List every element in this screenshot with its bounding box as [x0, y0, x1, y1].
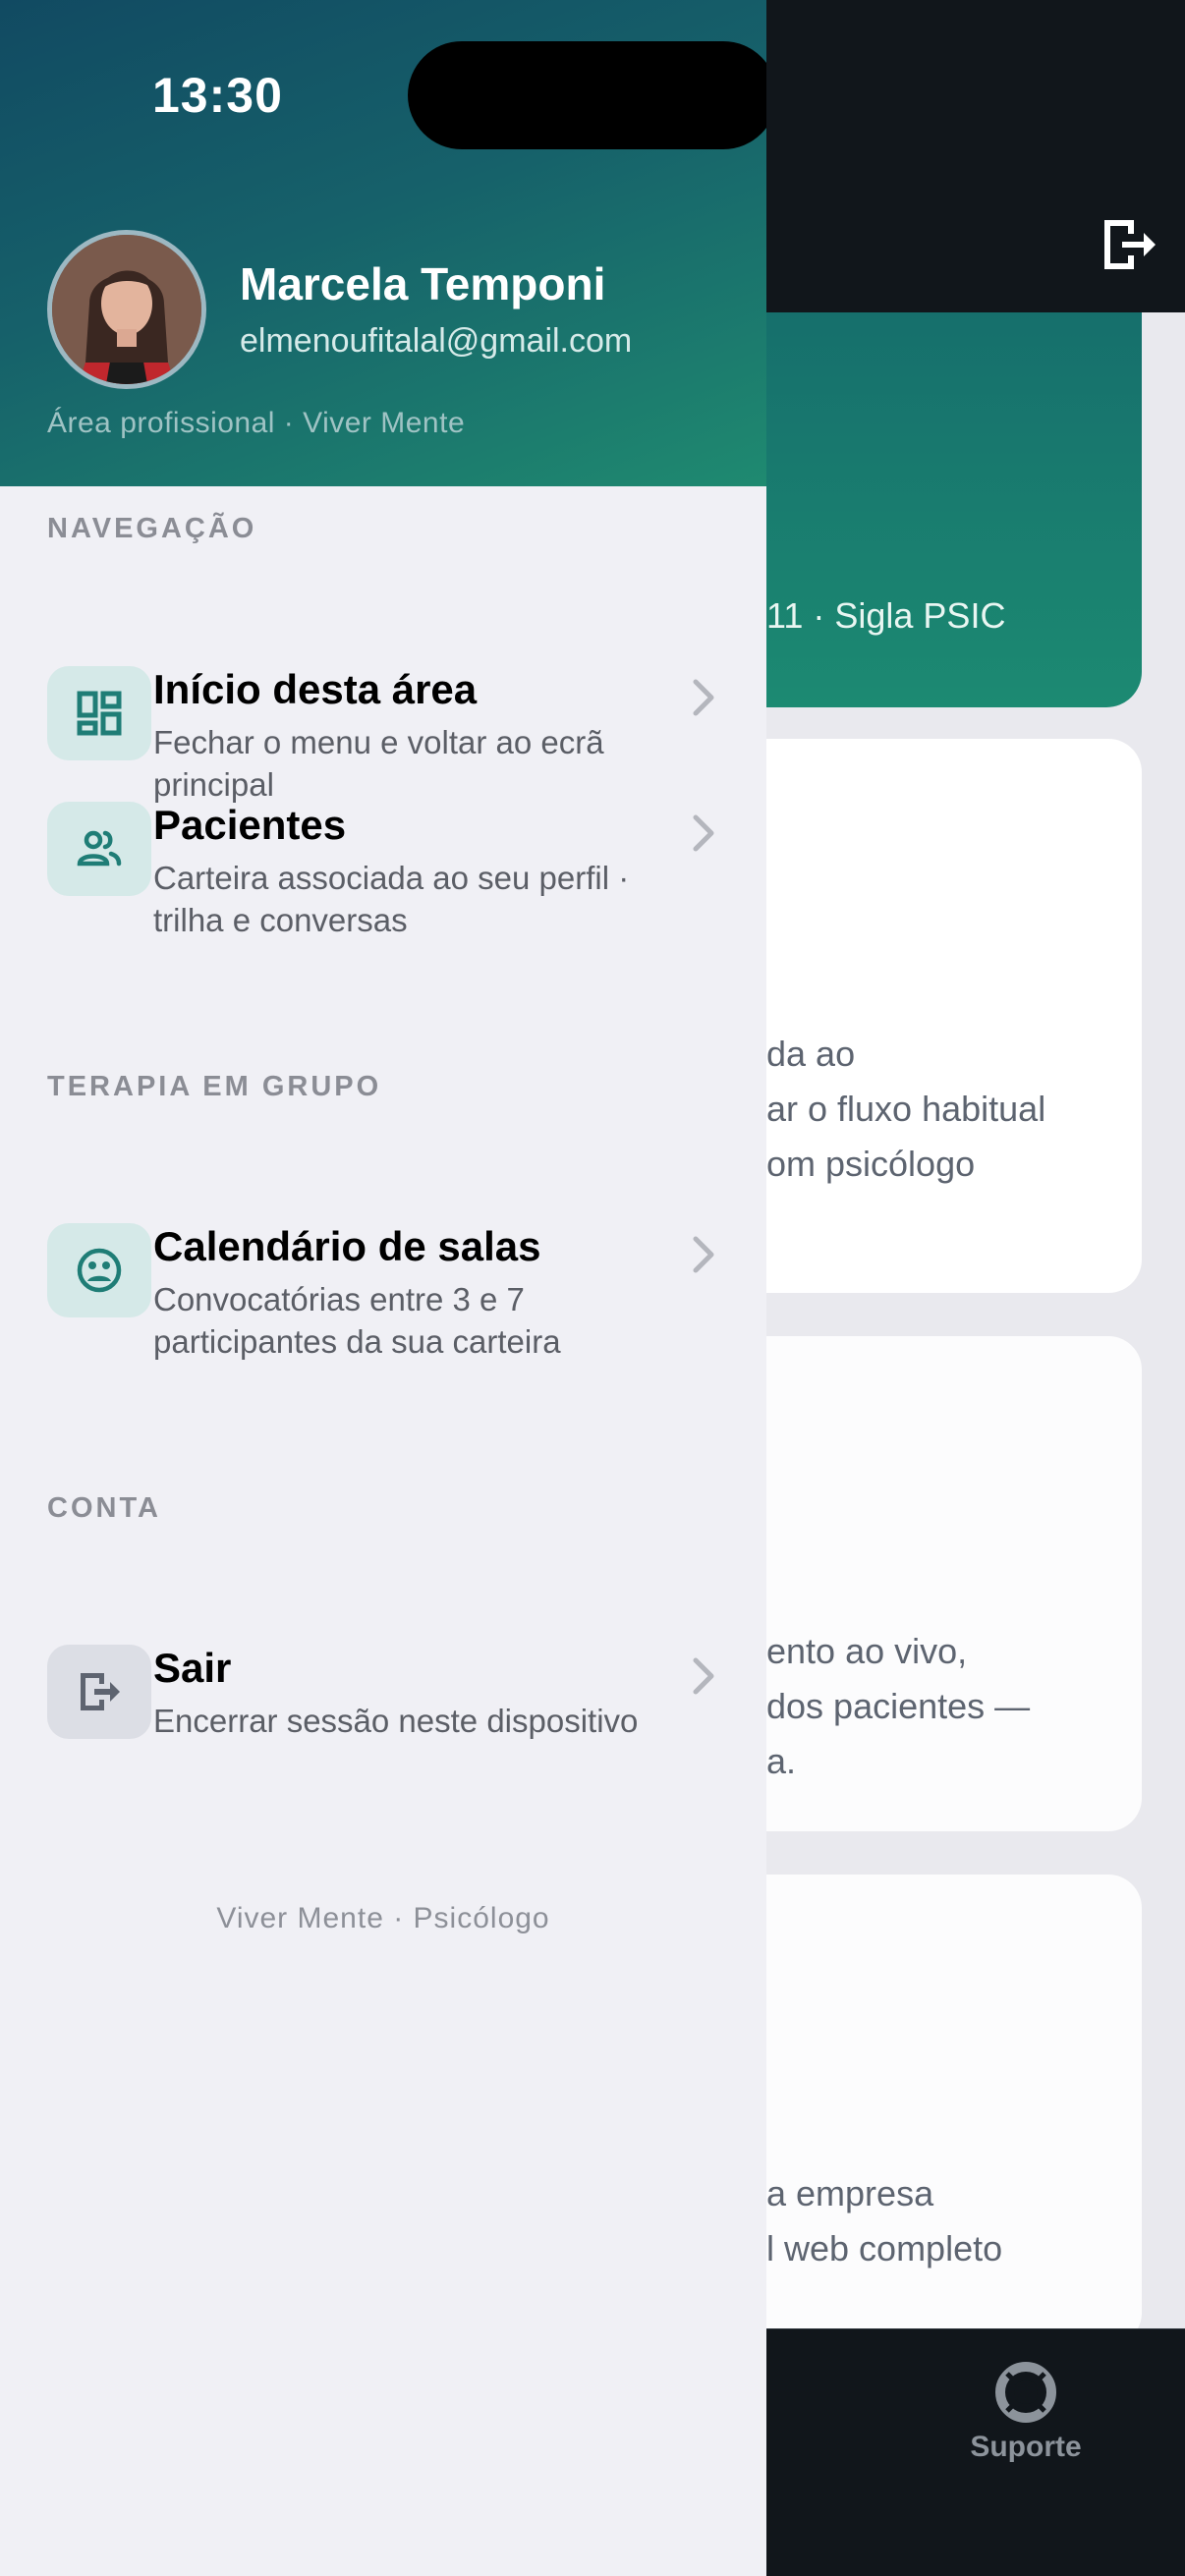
chevron-right-icon	[693, 814, 714, 852]
menu-item-logout[interactable]: Sair Encerrar sessão neste dispositivo	[0, 1645, 766, 1792]
menu-item-home[interactable]: Início desta área Fechar o menu e voltar…	[0, 666, 766, 813]
background-card-text: dos pacientes —	[766, 1686, 1031, 1726]
menu-item-subtitle: Fechar o menu e voltar ao ecrã principal	[153, 724, 604, 803]
profile-name: Marcela Temponi	[240, 258, 606, 309]
dashboard-icon	[47, 666, 151, 760]
menu-item-title: Calendário de salas	[153, 1223, 541, 1269]
menu-item-title: Início desta área	[153, 666, 478, 712]
chevron-right-icon	[693, 1236, 714, 1273]
tab-support-label[interactable]: Suporte	[965, 2431, 1087, 2464]
group-palette-icon	[47, 1223, 151, 1317]
background-card[interactable]	[707, 739, 1142, 1293]
profile-area: Área profissional · Viver Mente	[47, 407, 466, 439]
people-icon	[47, 802, 151, 896]
background-hero-text: 11 · Sigla PSIC	[766, 595, 1006, 636]
side-drawer: 13:30 Marcela Temponi elmenoufitalal@gma…	[0, 0, 766, 2576]
menu-item-subtitle: Encerrar sessão neste dispositivo	[153, 1703, 639, 1739]
background-card-text: da ao	[766, 1034, 856, 1074]
menu-item-title: Sair	[153, 1645, 232, 1691]
logout-icon[interactable]	[1100, 214, 1157, 275]
background-card-text: om psicólogo	[766, 1144, 976, 1184]
lifebuoy-icon[interactable]	[995, 2362, 1056, 2423]
section-title-account: CONTA	[47, 1492, 161, 1524]
chevron-right-icon	[693, 1657, 714, 1695]
background-card[interactable]	[707, 1875, 1142, 2346]
logout-icon	[47, 1645, 151, 1739]
chevron-right-icon	[693, 679, 714, 716]
profile-email: elmenoufitalal@gmail.com	[240, 322, 633, 360]
drawer-footer: Viver Mente · Psicólogo	[216, 1902, 550, 1934]
dynamic-island	[408, 41, 766, 149]
menu-item-subtitle: Carteira associada ao seu perfil · trilh…	[153, 860, 630, 938]
background-card-text: ar o fluxo habitual	[766, 1089, 1046, 1129]
background-card-text: a.	[766, 1741, 797, 1781]
background-card-text: a empresa	[766, 2173, 934, 2213]
drawer-header: 13:30 Marcela Temponi elmenoufitalal@gma…	[0, 0, 766, 486]
section-title-group-therapy: TERAPIA EM GRUPO	[47, 1071, 382, 1102]
background-card-text: ento ao vivo,	[766, 1631, 968, 1671]
section-title-navigation: NAVEGAÇÃO	[47, 513, 257, 544]
menu-item-title: Pacientes	[153, 802, 347, 848]
menu-item-patients[interactable]: Pacientes Carteira associada ao seu perf…	[0, 802, 766, 949]
status-time: 13:30	[152, 68, 283, 123]
background-card-text: l web completo	[766, 2228, 1003, 2268]
avatar[interactable]	[47, 230, 206, 389]
menu-item-subtitle: Convocatórias entre 3 e 7 participantes …	[153, 1281, 561, 1360]
menu-item-room-calendar[interactable]: Calendário de salas Convocatórias entre …	[0, 1223, 766, 1371]
